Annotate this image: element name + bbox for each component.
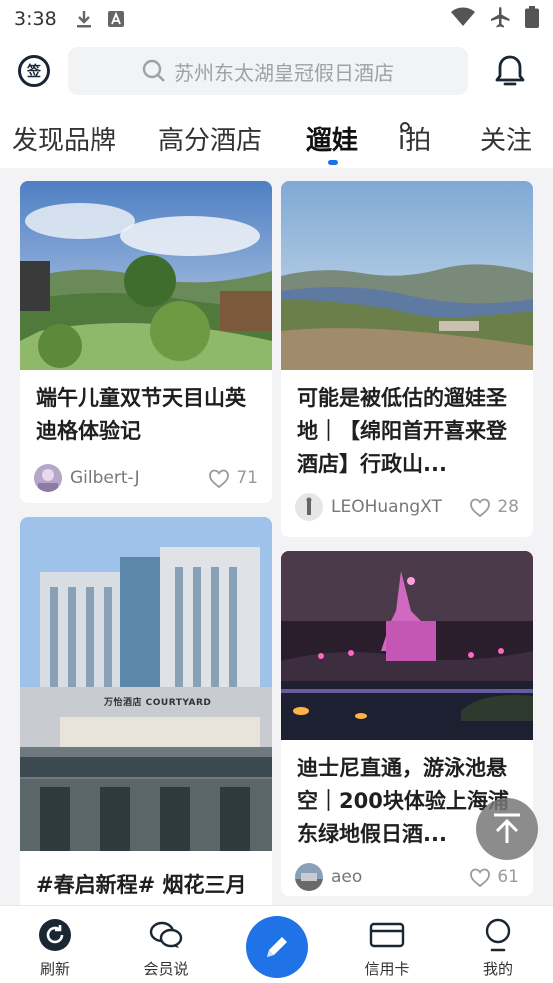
credit-card-icon <box>369 922 405 948</box>
airplane-mode-icon <box>489 6 511 32</box>
tab-ipai[interactable]: i拍 <box>398 120 431 157</box>
nav-refresh[interactable]: 刷新 <box>15 918 95 979</box>
battery-icon <box>525 6 539 32</box>
checkin-icon: 签 <box>18 55 50 87</box>
like-icon <box>209 469 230 488</box>
app-notification-icon <box>107 10 125 28</box>
search-placeholder: 苏州东太湖皇冠假日酒店 <box>174 60 394 85</box>
post-image <box>281 551 533 740</box>
refresh-icon <box>39 919 71 951</box>
chat-bubbles-icon <box>149 921 183 948</box>
like-button[interactable]: 28 <box>469 497 519 517</box>
category-tabs: 发现品牌 高分酒店 遛娃 i拍 关注 <box>0 104 553 168</box>
user-avatar[interactable] <box>34 464 62 492</box>
post-title: 端午儿童双节天目山英迪格体验记 <box>36 386 246 443</box>
tab-following[interactable]: 关注 <box>480 120 532 157</box>
like-count: 71 <box>236 468 258 488</box>
like-button[interactable]: 71 <box>208 468 258 488</box>
nav-member-talk-label: 会员说 <box>143 960 189 978</box>
post-image <box>20 181 272 370</box>
post-title: #春启新程# 烟花三月 <box>36 873 247 897</box>
notifications-button[interactable] <box>492 53 528 89</box>
like-icon <box>470 498 491 517</box>
user-avatar[interactable] <box>295 493 323 521</box>
top-header: 签 苏州东太湖皇冠假日酒店 <box>0 38 553 104</box>
tab-top-rated[interactable]: 高分酒店 <box>158 120 262 157</box>
post-meta: LEOHuangXT 28 <box>281 485 533 529</box>
post-card[interactable]: 万怡酒店 COURTYARD #春启新程# 烟花三月 <box>20 517 272 905</box>
user-name[interactable]: Gilbert-J <box>70 468 208 488</box>
nav-refresh-label: 刷新 <box>39 960 70 978</box>
pencil-icon <box>267 937 287 957</box>
post-title: 可能是被低估的遛娃圣地｜【绵阳首开喜来登酒店】行政山... <box>297 386 507 476</box>
post-image <box>281 181 533 370</box>
checkin-label: 签 <box>27 64 41 80</box>
like-icon <box>470 868 491 887</box>
arrow-up-icon <box>494 813 520 843</box>
status-bar: 3:38 <box>0 0 553 38</box>
scroll-to-top-button[interactable] <box>476 798 538 860</box>
nav-credit-card[interactable]: 信用卡 <box>347 918 427 979</box>
post-card[interactable]: 端午儿童双节天目山英迪格体验记 Gilbert-J 71 <box>20 181 272 503</box>
post-meta: Gilbert-J 71 <box>20 456 272 500</box>
camera-dot-icon <box>400 122 410 132</box>
active-tab-indicator <box>328 160 338 165</box>
person-icon <box>485 918 511 952</box>
search-icon <box>142 59 165 82</box>
post-meta: aeo 61 <box>281 855 533 896</box>
nav-credit-card-label: 信用卡 <box>364 960 410 978</box>
nav-profile[interactable]: 我的 <box>458 918 538 979</box>
bottom-navigation: 刷新 会员说 信用卡 我的 <box>0 905 553 983</box>
download-icon <box>75 10 93 28</box>
user-avatar[interactable] <box>295 863 323 891</box>
compose-button[interactable] <box>246 916 308 978</box>
post-card[interactable]: 可能是被低估的遛娃圣地｜【绵阳首开喜来登酒店】行政山... LEOHuangXT… <box>281 181 533 537</box>
post-image: 万怡酒店 COURTYARD <box>20 517 272 851</box>
tab-brands[interactable]: 发现品牌 <box>12 120 116 157</box>
hotel-sign: 万怡酒店 COURTYARD <box>104 698 212 708</box>
status-time: 3:38 <box>14 8 57 30</box>
wifi-icon <box>451 7 475 31</box>
like-count: 61 <box>497 867 519 887</box>
nav-profile-label: 我的 <box>482 960 513 978</box>
bell-icon <box>495 55 525 86</box>
nav-member-talk[interactable]: 会员说 <box>126 918 206 979</box>
user-name[interactable]: LEOHuangXT <box>331 497 469 517</box>
user-name[interactable]: aeo <box>331 867 469 887</box>
tab-family[interactable]: 遛娃 <box>306 120 358 157</box>
like-button[interactable]: 61 <box>469 867 519 887</box>
like-count: 28 <box>497 497 519 517</box>
content-feed[interactable]: 端午儿童双节天目山英迪格体验记 Gilbert-J 71 万怡酒店 COURTY… <box>0 168 553 905</box>
search-bar[interactable]: 苏州东太湖皇冠假日酒店 <box>68 47 468 95</box>
checkin-button[interactable]: 签 <box>16 53 52 89</box>
